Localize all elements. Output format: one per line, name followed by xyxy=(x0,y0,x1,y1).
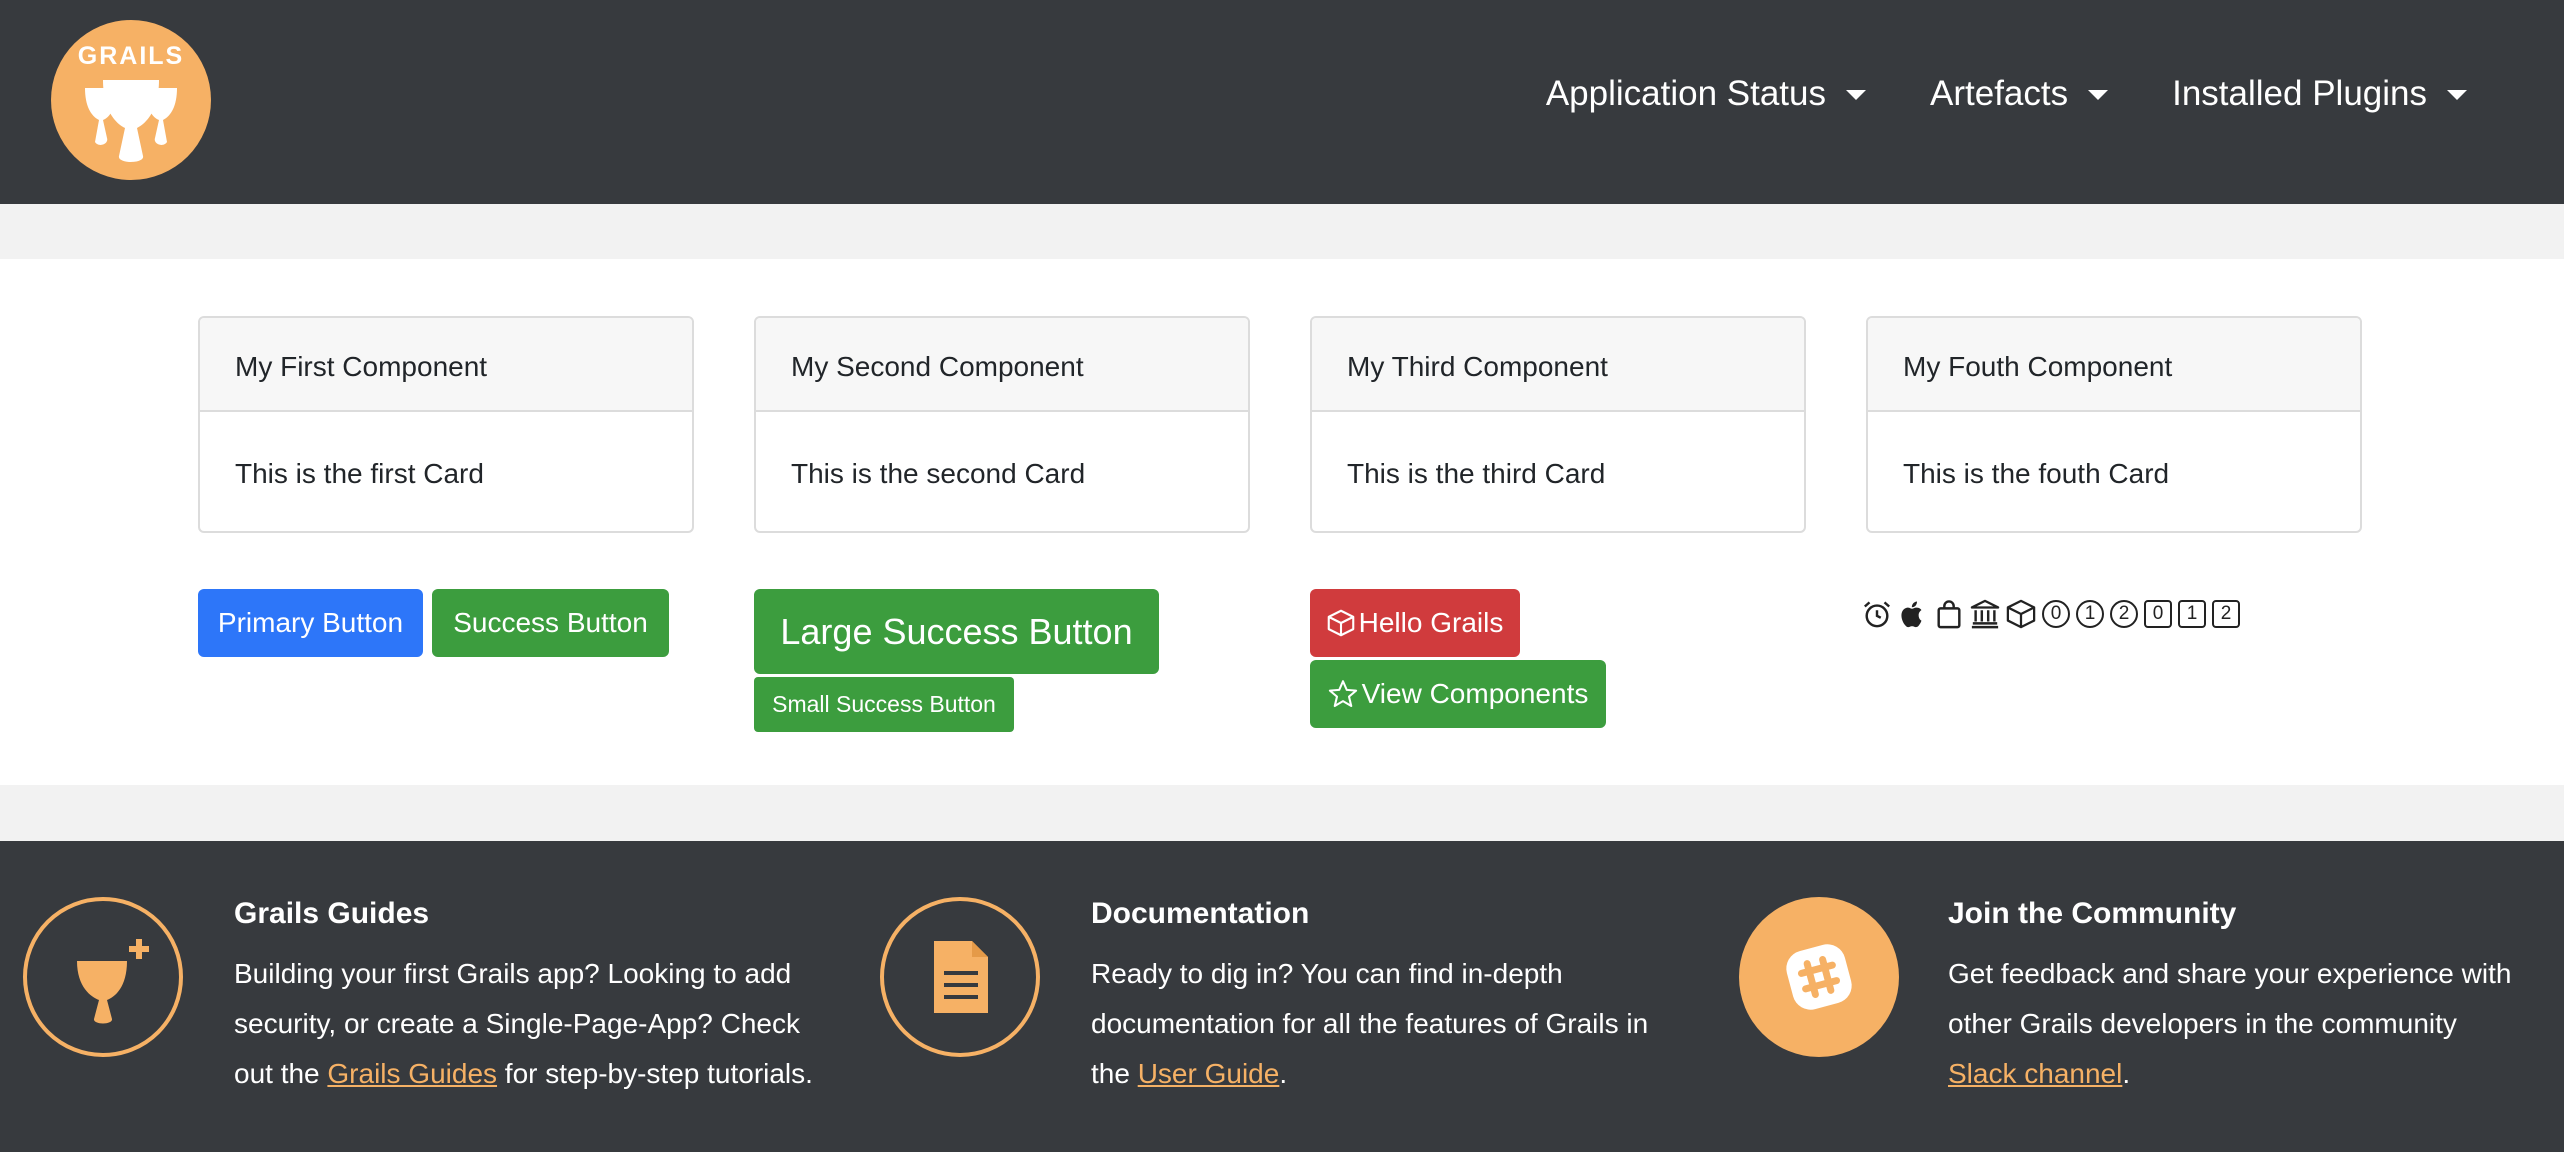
footer: Grails Guides Building your first Grails… xyxy=(0,841,2564,1152)
caret-down-icon xyxy=(1846,90,1866,100)
alarm-clock-icon xyxy=(1862,599,1892,629)
card-body: This is the third Card xyxy=(1347,458,1606,489)
circled-number-icon: 1 xyxy=(2076,600,2104,628)
squared-number-icon: 2 xyxy=(2212,600,2240,628)
guides-section: Grails Guides Building your first Grails… xyxy=(234,897,834,1099)
primary-button[interactable]: Primary Button xyxy=(198,589,423,657)
card-fourth: My Fouth Component This is the fouth Car… xyxy=(1866,316,2362,533)
nav-artefacts-label: Artefacts xyxy=(1930,74,2069,113)
documentation-description: Ready to dig in? You can find in-depth d… xyxy=(1091,958,1649,1089)
main-content: My First Component This is the first Car… xyxy=(0,259,2564,785)
guides-title: Grails Guides xyxy=(234,897,430,930)
grails-guides-link[interactable]: Grails Guides xyxy=(327,1058,497,1089)
circled-number-icon: 0 xyxy=(2042,600,2070,628)
bank-icon xyxy=(1970,599,2000,629)
grails-logo[interactable]: GRAILS xyxy=(51,20,211,180)
nav-menu: Application Status Artefacts Installed P… xyxy=(1482,74,2467,114)
card-body: This is the first Card xyxy=(235,458,484,489)
nav-artefacts[interactable]: Artefacts xyxy=(1930,74,2109,114)
view-components-label: View Components xyxy=(1361,678,1589,709)
icon-row: 0 1 2 0 1 2 xyxy=(1862,599,2240,629)
grails-goblets-icon xyxy=(85,80,177,162)
top-navbar: GRAILS Application Status Artefacts Inst… xyxy=(0,0,2564,204)
squared-number-icon: 1 xyxy=(2178,600,2206,628)
nav-installed-plugins-label: Installed Plugins xyxy=(2172,74,2427,113)
community-description: Get feedback and share your experience w… xyxy=(1948,958,2512,1089)
slack-channel-link[interactable]: Slack channel xyxy=(1948,1058,2122,1089)
user-guide-link[interactable]: User Guide xyxy=(1138,1058,1280,1089)
nav-installed-plugins[interactable]: Installed Plugins xyxy=(2172,74,2467,114)
hello-grails-button[interactable]: Hello Grails xyxy=(1310,589,1520,657)
documentation-icon xyxy=(880,897,1040,1057)
card-second: My Second Component This is the second C… xyxy=(754,316,1250,533)
circled-number-icon: 2 xyxy=(2110,600,2138,628)
caret-down-icon xyxy=(2447,90,2467,100)
nav-application-status-label: Application Status xyxy=(1545,74,1826,113)
card-header: My Second Component xyxy=(756,318,1248,412)
success-button[interactable]: Success Button xyxy=(432,589,669,657)
documentation-title: Documentation xyxy=(1091,897,1310,930)
squared-number-icon: 0 xyxy=(2144,600,2172,628)
slack-icon xyxy=(1739,897,1899,1057)
card-third: My Third Component This is the third Car… xyxy=(1310,316,1806,533)
large-success-button[interactable]: Large Success Button xyxy=(754,589,1159,674)
community-title: Join the Community xyxy=(1948,897,2237,930)
guides-description: Building your first Grails app? Looking … xyxy=(234,958,813,1089)
card-first: My First Component This is the first Car… xyxy=(198,316,694,533)
box-icon xyxy=(1327,609,1354,637)
card-header: My Third Component xyxy=(1312,318,1804,412)
community-section: Join the Community Get feedback and shar… xyxy=(1948,897,2528,1099)
nav-application-status[interactable]: Application Status xyxy=(1546,74,1866,114)
hello-grails-label: Hello Grails xyxy=(1358,607,1504,638)
apple-icon xyxy=(1898,599,1928,629)
card-body: This is the fouth Card xyxy=(1903,458,2170,489)
view-components-button[interactable]: View Components xyxy=(1310,660,1606,728)
bag-icon xyxy=(1934,599,1964,629)
card-header: My First Component xyxy=(200,318,692,412)
card-body: This is the second Card xyxy=(791,458,1086,489)
guides-icon xyxy=(23,897,183,1057)
caret-down-icon xyxy=(2088,90,2109,100)
box-icon xyxy=(2006,599,2036,629)
small-success-button[interactable]: Small Success Button xyxy=(754,677,1014,732)
documentation-section: Documentation Ready to dig in? You can f… xyxy=(1091,897,1691,1099)
card-header: My Fouth Component xyxy=(1868,318,2360,412)
star-icon xyxy=(1328,680,1357,708)
